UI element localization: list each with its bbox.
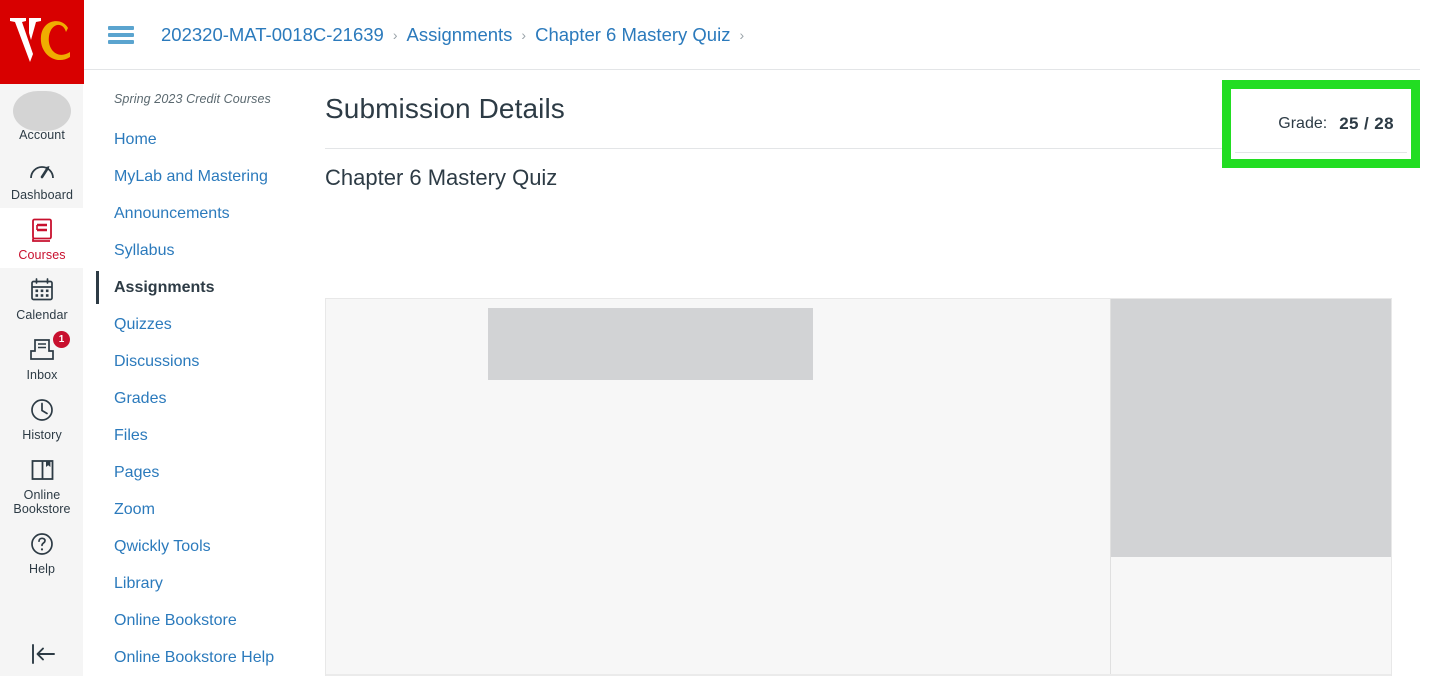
breadcrumb: 202320-MAT-0018C-21639 › Assignments › C… [161, 24, 753, 46]
cnav-item-mylab-and-mastering[interactable]: MyLab and Mastering [84, 158, 325, 195]
gnav-item-dashboard[interactable]: Dashboard [0, 148, 84, 208]
collapse-nav-button[interactable] [0, 641, 84, 672]
gnav-label-history: History [22, 428, 62, 442]
course-navigation: Spring 2023 Credit Courses Home MyLab an… [84, 70, 325, 676]
gnav-item-online-bookstore[interactable]: Online Bookstore [0, 448, 84, 522]
grade-label: Grade: [1278, 115, 1328, 132]
content-column: 202320-MAT-0018C-21639 › Assignments › C… [84, 0, 1438, 676]
grade-container: Grade: 25 / 28 [1231, 89, 1411, 159]
inbox-tray-icon: 1 [2, 331, 82, 365]
cnav-item-grades[interactable]: Grades [84, 380, 325, 417]
breadcrumb-bar: 202320-MAT-0018C-21639 › Assignments › C… [84, 0, 1420, 70]
canvas-lms-page: Account Dashboard Courses Calendar 1 Inb… [0, 0, 1438, 676]
preview-placeholder-block-top [488, 308, 813, 380]
cnav-item-announcements[interactable]: Announcements [84, 195, 325, 232]
gnav-item-inbox[interactable]: 1 Inbox [0, 328, 84, 388]
cnav-item-files[interactable]: Files [84, 417, 325, 454]
grade-value: 25 / 28 [1339, 114, 1394, 133]
gnav-label-calendar: Calendar [16, 308, 68, 322]
global-nav-items: Account Dashboard Courses Calendar 1 Inb… [0, 84, 84, 582]
cnav-item-syllabus[interactable]: Syllabus [84, 232, 325, 269]
cnav-item-quizzes[interactable]: Quizzes [84, 306, 325, 343]
breadcrumb-separator-3: › [739, 26, 745, 43]
gnav-item-calendar[interactable]: Calendar [0, 268, 84, 328]
cnav-item-library[interactable]: Library [84, 565, 325, 602]
cnav-item-online-bookstore[interactable]: Online Bookstore [84, 602, 325, 639]
dashboard-gauge-icon [2, 155, 82, 185]
gnav-item-courses[interactable]: Courses [0, 208, 84, 268]
cnav-item-pages[interactable]: Pages [84, 454, 325, 491]
breadcrumb-assignments[interactable]: Assignments [407, 24, 513, 46]
breadcrumb-assignment[interactable]: Chapter 6 Mastery Quiz [535, 24, 730, 46]
term-label: Spring 2023 Credit Courses [114, 92, 271, 106]
inbox-unread-badge: 1 [53, 331, 70, 348]
gnav-label-courses: Courses [18, 248, 66, 262]
body-row: Spring 2023 Credit Courses Home MyLab an… [84, 70, 1438, 676]
cnav-item-zoom[interactable]: Zoom [84, 491, 325, 528]
open-book-icon [2, 455, 82, 485]
clock-icon [2, 395, 82, 425]
cnav-item-home[interactable]: Home [84, 121, 325, 158]
question-circle-icon [2, 529, 82, 559]
gnav-item-history[interactable]: History [0, 388, 84, 448]
cnav-item-online-bookstore-help[interactable]: Online Bookstore Help [84, 639, 325, 676]
avatar-icon [2, 91, 82, 131]
cnav-item-assignments[interactable]: Assignments [84, 269, 325, 306]
gnav-label-inbox: Inbox [26, 368, 58, 382]
preview-placeholder-block-right [1111, 299, 1391, 557]
hamburger-menu-icon[interactable] [108, 24, 134, 46]
gnav-label-online-bookstore: Online Bookstore [13, 488, 71, 516]
institution-logo[interactable] [0, 0, 84, 84]
courses-book-icon [2, 215, 82, 245]
gnav-label-dashboard: Dashboard [10, 188, 74, 202]
cnav-item-qwickly-tools[interactable]: Qwickly Tools [84, 528, 325, 565]
submission-preview-panel[interactable] [325, 298, 1392, 676]
gnav-item-help[interactable]: Help [0, 522, 84, 582]
gnav-label-help: Help [28, 562, 56, 576]
cnav-item-discussions[interactable]: Discussions [84, 343, 325, 380]
grade-highlight-box: Grade: 25 / 28 [1222, 80, 1420, 168]
breadcrumb-separator-1: › [392, 26, 398, 43]
breadcrumb-course[interactable]: 202320-MAT-0018C-21639 [161, 24, 384, 46]
calendar-icon [2, 275, 82, 305]
breadcrumb-separator-2: › [521, 26, 527, 43]
gnav-item-account[interactable]: Account [0, 88, 84, 148]
global-navigation: Account Dashboard Courses Calendar 1 Inb… [0, 0, 84, 676]
main-content: Grade: 25 / 28 Submission Details Chapte… [325, 70, 1438, 676]
